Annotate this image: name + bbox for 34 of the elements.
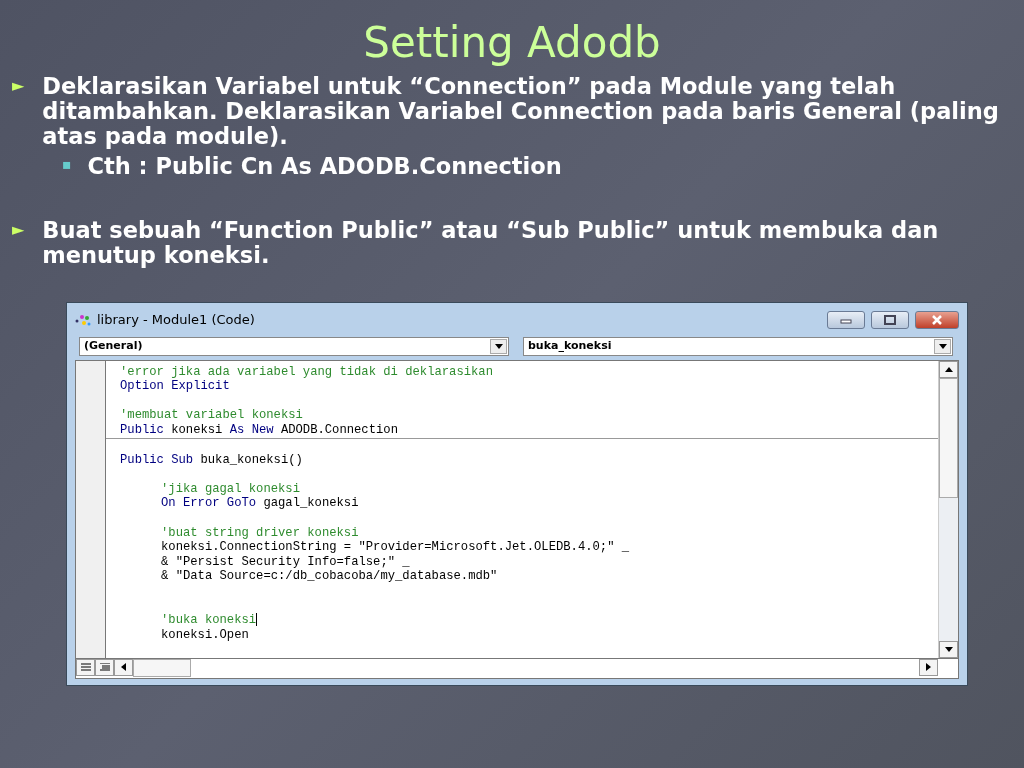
code-line: Option Explicit bbox=[119, 379, 231, 394]
window-title: library - Module1 (Code) bbox=[97, 310, 255, 329]
code-line: Public koneksi As New ADODB.Connection bbox=[119, 423, 399, 438]
code-line: 'buka koneksi bbox=[160, 613, 259, 628]
object-dropdown[interactable]: (General) bbox=[79, 336, 509, 356]
code-line: & "Persist Security Info=false;" _ bbox=[160, 554, 411, 570]
code-line: & "Data Source=c:/db_cobacoba/my_database.mdb" bbox=[160, 569, 499, 584]
text-cursor bbox=[256, 613, 258, 627]
procedure-dropdown[interactable]: buka_koneksi bbox=[523, 336, 953, 356]
code-line: 'jika gagal koneksi bbox=[160, 481, 301, 497]
bullet-text: Deklarasikan Variabel untuk “Connection” pada Module yang telah ditambahkan. Deklarasikan Variabel Connection pada baris General (paling atas pada module). bbox=[42, 74, 1000, 149]
maximize-icon bbox=[883, 314, 897, 325]
scroll-up-icon[interactable] bbox=[939, 360, 958, 378]
bullet-text: Buat sebuah “Function Public” atau “Sub Public” untuk membuka dan menutup koneksi. bbox=[42, 218, 940, 268]
close-button[interactable] bbox=[915, 310, 959, 329]
slide-title: Setting Adodb bbox=[362, 17, 662, 67]
code-line: 'error jika ada variabel yang tidak di deklarasikan bbox=[119, 364, 494, 380]
scroll-down-icon[interactable] bbox=[939, 640, 958, 658]
code-line: On Error GoTo gagal_koneksi bbox=[160, 496, 360, 512]
code-line: 'membuat variabel koneksi bbox=[119, 408, 304, 424]
maximize-button[interactable] bbox=[871, 310, 909, 329]
module-icon bbox=[75, 313, 91, 326]
code-line: 'buat string driver koneksi bbox=[160, 525, 360, 541]
minimize-button[interactable] bbox=[827, 310, 865, 329]
code-line: Public Sub buka_koneksi() bbox=[119, 452, 304, 468]
vertical-scrollbar[interactable] bbox=[938, 360, 958, 658]
bullet-text: Cth : Public Cn As ADODB.Connection bbox=[87, 152, 562, 182]
close-icon bbox=[930, 314, 944, 325]
bullet-marker: ► bbox=[12, 75, 25, 98]
bullet-marker: ▪ bbox=[62, 155, 72, 175]
scroll-thumb[interactable] bbox=[939, 377, 958, 498]
code-line: koneksi.Open bbox=[160, 627, 250, 643]
bullet-marker: ► bbox=[12, 219, 25, 242]
code-line: koneksi.ConnectionString = "Provider=Microsoft.Jet.OLEDB.4.0;" _ bbox=[160, 540, 631, 555]
